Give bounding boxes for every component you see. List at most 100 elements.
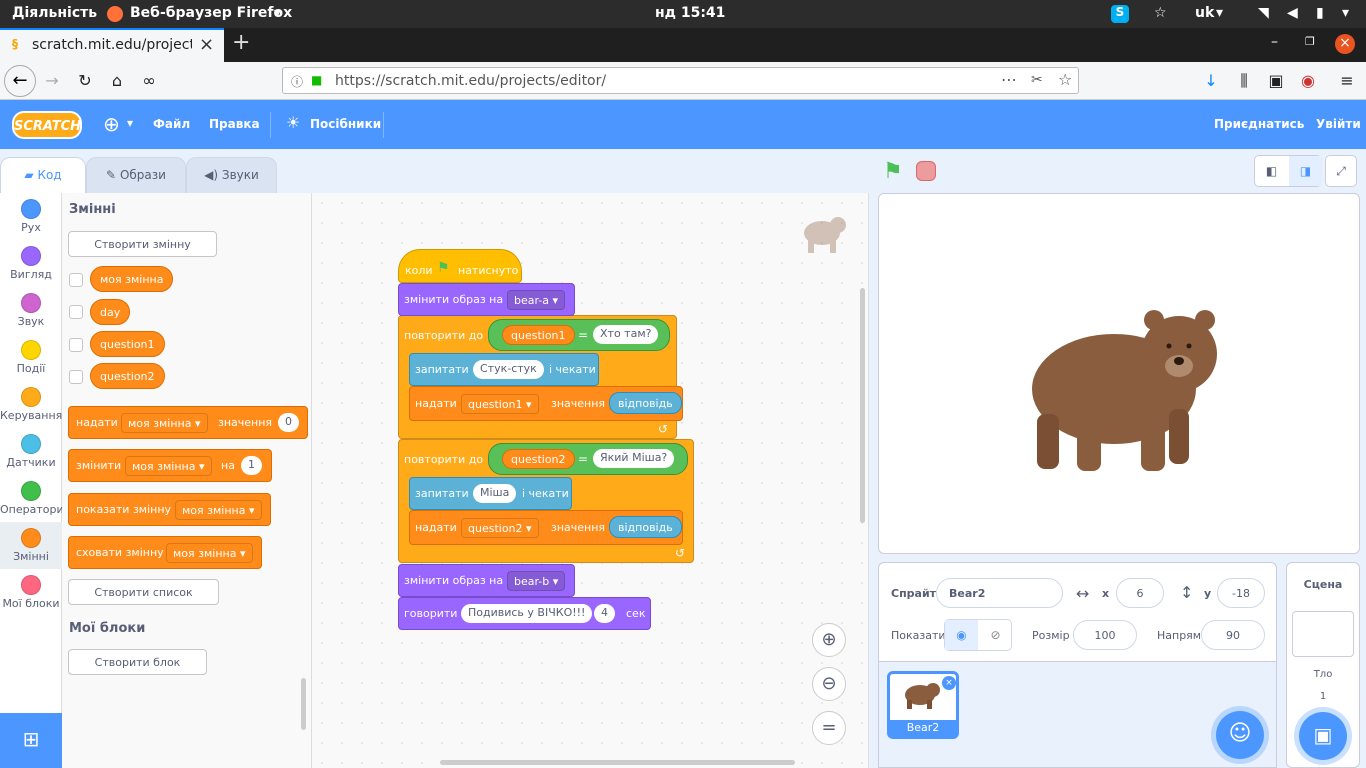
say-for-secs-block[interactable]: говорити Подивись у ВІЧКО!!! 4 сек bbox=[398, 597, 651, 630]
tutorials-menu[interactable]: Посібники bbox=[310, 117, 381, 131]
change-variable-block[interactable]: змінити моя змінна ▾ на 1 bbox=[68, 449, 272, 482]
costume-dropdown[interactable]: bear-a ▾ bbox=[507, 290, 566, 310]
answer-reporter[interactable]: відповідь bbox=[609, 516, 682, 538]
url-text[interactable]: https://scratch.mit.edu/projects/editor/ bbox=[335, 73, 606, 89]
make-variable-button[interactable]: Створити змінну bbox=[68, 231, 217, 257]
stage-selector-panel[interactable]: Сцена Тло 1 ▣ bbox=[1286, 562, 1360, 768]
variable-dropdown[interactable]: моя змінна ▾ bbox=[166, 543, 253, 563]
value-input[interactable]: 1 bbox=[241, 456, 262, 475]
page-actions-icon[interactable]: ⋯ bbox=[1001, 70, 1017, 89]
ask-and-wait-block[interactable]: запитати Стук-стук і чекати bbox=[409, 353, 599, 386]
variable-checkbox[interactable] bbox=[69, 305, 83, 319]
bookmark-star-icon[interactable]: ☆ bbox=[1058, 70, 1072, 89]
category-0[interactable]: Рух bbox=[0, 193, 62, 240]
code-workspace[interactable]: коли ⚑ натиснуто змінити образ на bear-a… bbox=[312, 193, 869, 768]
hide-variable-block[interactable]: сховати змінну моя змінна ▾ bbox=[68, 536, 262, 569]
value-input[interactable]: 0 bbox=[278, 413, 299, 432]
variable-reporter[interactable]: question1 bbox=[502, 325, 575, 345]
chevron-down-icon[interactable]: ▾ bbox=[1342, 5, 1349, 21]
zoom-in-button[interactable]: ⊕ bbox=[812, 623, 846, 657]
tab-code[interactable]: ▰ Код bbox=[0, 157, 86, 193]
variable-reporter[interactable]: моя змінна bbox=[90, 266, 174, 292]
variable-checkbox[interactable] bbox=[69, 338, 83, 352]
new-tab-button[interactable]: + bbox=[232, 30, 250, 55]
set-variable-block[interactable]: надати question2 ▾ значення відповідь bbox=[409, 510, 683, 545]
set-variable-block[interactable]: надати question1 ▾ значення відповідь bbox=[409, 386, 683, 421]
small-stage-button[interactable]: ◧ bbox=[1255, 156, 1288, 186]
category-4[interactable]: Керування bbox=[0, 381, 62, 428]
maximize-button[interactable]: ❐ bbox=[1305, 35, 1315, 48]
variable-checkbox[interactable] bbox=[69, 273, 83, 287]
forward-arrow-icon[interactable]: → bbox=[40, 71, 64, 90]
size-input[interactable]: 100 bbox=[1073, 620, 1137, 650]
switch-costume-block[interactable]: змінити образ на bear-a ▾ bbox=[398, 283, 575, 316]
signin-link[interactable]: Увійти bbox=[1316, 117, 1361, 131]
variable-reporter[interactable]: question2 bbox=[90, 363, 165, 389]
close-window-button[interactable]: × bbox=[1335, 34, 1355, 54]
variable-dropdown[interactable]: моя змінна ▾ bbox=[175, 500, 262, 520]
download-icon[interactable]: ↓ bbox=[1199, 71, 1223, 90]
add-sprite-button[interactable]: ☺ bbox=[1216, 711, 1264, 759]
hamburger-menu-icon[interactable]: ≡ bbox=[1335, 71, 1359, 90]
add-backdrop-button[interactable]: ▣ bbox=[1299, 712, 1347, 760]
variable-dropdown[interactable]: моя змінна ▾ bbox=[121, 413, 208, 433]
variable-reporter[interactable]: question2 bbox=[502, 449, 575, 469]
stop-button[interactable] bbox=[916, 161, 936, 181]
app-menu[interactable]: Веб-браузер Firefox bbox=[130, 5, 292, 21]
normal-stage-button[interactable]: ◨ bbox=[1289, 156, 1322, 186]
text-input[interactable]: Подивись у ВІЧКО!!! bbox=[461, 604, 593, 623]
star-icon[interactable]: ☆ bbox=[1154, 5, 1167, 21]
zoom-reset-button[interactable]: = bbox=[812, 711, 846, 745]
direction-input[interactable]: 90 bbox=[1201, 620, 1265, 650]
workspace-hscrollbar[interactable] bbox=[440, 760, 795, 765]
palette-scrollbar[interactable] bbox=[301, 678, 306, 730]
when-flag-clicked-block[interactable]: коли ⚑ натиснуто bbox=[398, 249, 522, 283]
variable-checkbox[interactable] bbox=[69, 370, 83, 384]
category-7[interactable]: Змінні bbox=[0, 522, 62, 569]
text-input[interactable]: Стук-стук bbox=[473, 360, 544, 379]
sprite-name-input[interactable]: Bear2 bbox=[936, 578, 1063, 608]
ask-and-wait-block[interactable]: запитати Міша і чекати bbox=[409, 477, 572, 510]
stage-canvas[interactable] bbox=[878, 193, 1360, 554]
tab-sounds[interactable]: ◀) Звуки bbox=[186, 157, 277, 193]
wifi-icon[interactable]: ◥ bbox=[1258, 5, 1269, 21]
variable-dropdown[interactable]: моя змінна ▾ bbox=[125, 456, 212, 476]
eye-hidden-icon[interactable]: ⊘ bbox=[979, 620, 1012, 650]
fullscreen-button[interactable]: ⤢ bbox=[1325, 155, 1357, 187]
backdrop-thumbnail[interactable] bbox=[1292, 611, 1354, 657]
delete-sprite-icon[interactable]: × bbox=[942, 676, 956, 690]
category-6[interactable]: Оператори bbox=[0, 475, 64, 522]
library-icon[interactable]: ⫼ bbox=[1232, 71, 1256, 91]
join-link[interactable]: Приєднатись bbox=[1214, 117, 1304, 131]
back-arrow-icon[interactable]: ← bbox=[4, 65, 36, 97]
show-variable-block[interactable]: показати змінну моя змінна ▾ bbox=[68, 493, 271, 526]
variable-dropdown[interactable]: question1 ▾ bbox=[461, 394, 539, 414]
minimize-button[interactable]: – bbox=[1271, 34, 1278, 50]
variable-dropdown[interactable]: question2 ▾ bbox=[461, 518, 539, 538]
costume-dropdown[interactable]: bear-b ▾ bbox=[507, 571, 566, 591]
extension-icon[interactable]: ◉ bbox=[1296, 71, 1320, 90]
sidebar-icon[interactable]: ▣ bbox=[1264, 71, 1288, 90]
info-icon[interactable]: ⓘ bbox=[291, 73, 303, 90]
zoom-out-button[interactable]: ⊖ bbox=[812, 667, 846, 701]
value-input[interactable]: Який Міша? bbox=[593, 449, 675, 468]
category-3[interactable]: Події bbox=[0, 334, 62, 381]
scratch-logo[interactable]: SCRATCH bbox=[12, 111, 82, 139]
text-input[interactable]: Міша bbox=[473, 484, 517, 503]
category-2[interactable]: Звук bbox=[0, 287, 62, 334]
variable-reporter[interactable]: question1 bbox=[90, 331, 165, 357]
workspace-vscrollbar[interactable] bbox=[860, 288, 865, 523]
switch-costume-block[interactable]: змінити образ на bear-b ▾ bbox=[398, 564, 575, 597]
language-indicator[interactable]: uk bbox=[1195, 5, 1214, 21]
eye-icon[interactable]: ◉ bbox=[945, 620, 978, 650]
url-bar[interactable]: ⓘ ■ https://scratch.mit.edu/projects/edi… bbox=[282, 67, 1079, 94]
variable-reporter[interactable]: day bbox=[90, 299, 131, 325]
screenshot-icon[interactable]: ✂ bbox=[1031, 72, 1043, 88]
answer-reporter[interactable]: відповідь bbox=[609, 392, 682, 414]
tab-costumes[interactable]: ✎ Образи bbox=[86, 157, 186, 193]
skype-icon[interactable]: S bbox=[1111, 5, 1129, 23]
clock[interactable]: нд 15:41 bbox=[655, 5, 725, 21]
number-input[interactable]: 4 bbox=[594, 604, 615, 623]
activities-button[interactable]: Діяльність bbox=[12, 5, 97, 21]
reload-icon[interactable]: ↻ bbox=[73, 71, 97, 90]
